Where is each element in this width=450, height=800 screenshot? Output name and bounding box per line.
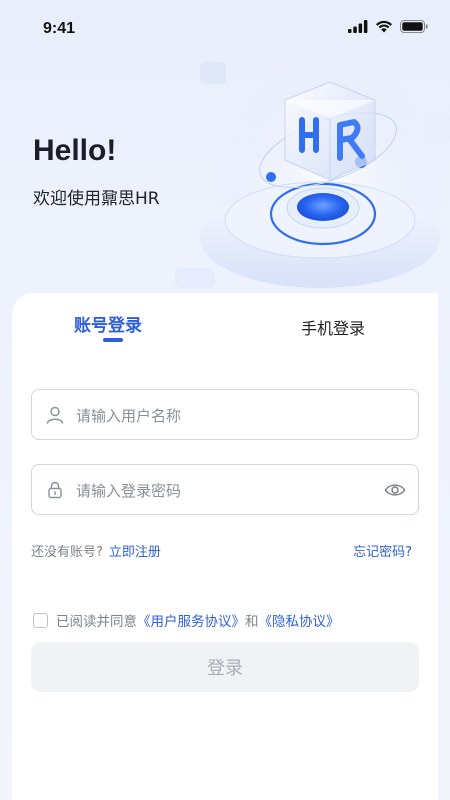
forgot-password-link[interactable]: 忘记密码? (353, 541, 412, 560)
greeting-title: Hello! (33, 134, 117, 167)
lock-icon (48, 481, 62, 499)
welcome-subtitle: 欢迎使用鼐思HR (33, 189, 160, 209)
password-placeholder: 请输入登录密码 (76, 482, 182, 500)
status-bar: 9:41 (0, 0, 450, 56)
status-time: 9:41 (43, 20, 76, 37)
account-links: 还没有账号? 立即注册 忘记密码? (31, 541, 412, 560)
user-icon (46, 406, 64, 424)
username-field[interactable]: 请输入用户名称 (31, 389, 419, 440)
tab-account-login[interactable]: 账号登录 (74, 311, 142, 336)
password-field[interactable]: 请输入登录密码 (31, 464, 419, 515)
battery-icon (400, 20, 428, 33)
agreement-checkbox[interactable] (33, 612, 48, 628)
active-tab-indicator (103, 338, 123, 342)
agreement-row: 已阅读并同意 《用户服务协议》 和 《隐私协议》 (33, 610, 340, 630)
signal-icon (348, 20, 368, 33)
status-icons (348, 20, 428, 33)
agreement-prefix: 已阅读并同意 (56, 614, 137, 630)
eye-icon[interactable] (384, 480, 406, 500)
wifi-icon (376, 20, 392, 33)
agreement-and: 和 (245, 614, 259, 630)
username-placeholder: 请输入用户名称 (76, 407, 182, 425)
privacy-agreement-link[interactable]: 《隐私协议》 (259, 610, 340, 630)
register-link[interactable]: 立即注册 (109, 545, 161, 560)
tab-phone-login[interactable]: 手机登录 (301, 315, 365, 339)
no-account-text: 还没有账号? (31, 545, 103, 560)
login-button[interactable]: 登录 (31, 642, 419, 692)
hero-illustration (175, 60, 450, 300)
service-agreement-link[interactable]: 《用户服务协议》 (137, 610, 245, 630)
